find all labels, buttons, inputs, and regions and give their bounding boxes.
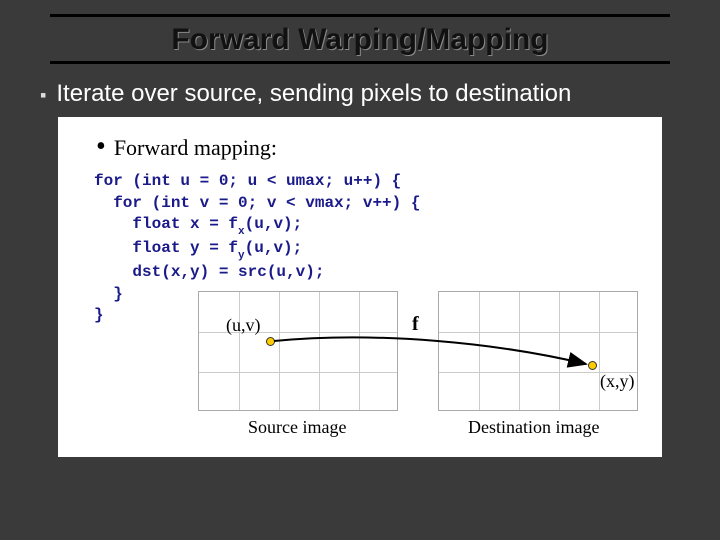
title-block: Forward Warping/Mapping <box>0 0 720 64</box>
code-sub-y: y <box>238 250 245 262</box>
code-line-2: for (int v = 0; v < vmax; v++) { <box>94 194 420 212</box>
code-line-4b: (u,v); <box>245 239 303 257</box>
grid-line <box>359 292 360 410</box>
code-line-4a: float y = f <box>94 239 238 257</box>
bullet-row: ▪ Iterate over source, sending pixels to… <box>34 80 686 109</box>
sub-bullet-marker: • <box>96 136 106 158</box>
slide-body: ▪ Iterate over source, sending pixels to… <box>0 64 720 457</box>
diagram: (u,v) (x,y) f Source image Destination i… <box>58 281 662 451</box>
code-sub-x: x <box>238 226 245 238</box>
grid-line <box>479 292 480 410</box>
destination-caption: Destination image <box>468 417 599 438</box>
bullet-text: Iterate over source, sending pixels to d… <box>56 80 571 108</box>
grid-line <box>519 292 520 410</box>
code-line-3a: float x = f <box>94 215 238 233</box>
f-label: f <box>412 313 419 336</box>
grid-line <box>599 292 600 410</box>
source-point <box>266 337 275 346</box>
xy-label: (x,y) <box>600 371 635 392</box>
grid-line <box>439 332 637 333</box>
code-line-3b: (u,v); <box>245 215 303 233</box>
sub-bullet-text: Forward mapping: <box>114 135 277 161</box>
grid-line <box>199 372 397 373</box>
bullet-marker: ▪ <box>40 81 46 109</box>
code-line-1: for (int u = 0; u < umax; u++) { <box>94 172 401 190</box>
slide-title: Forward Warping/Mapping <box>50 17 670 61</box>
grid-line <box>559 292 560 410</box>
source-caption: Source image <box>248 417 346 438</box>
grid-line <box>239 292 240 410</box>
destination-grid <box>438 291 638 411</box>
code-line-5: dst(x,y) = src(u,v); <box>94 263 324 281</box>
grid-line <box>319 292 320 410</box>
sub-bullet-row: • Forward mapping: <box>68 135 652 161</box>
grid-line <box>279 292 280 410</box>
content-panel: • Forward mapping: for (int u = 0; u < u… <box>58 117 662 457</box>
destination-point <box>588 361 597 370</box>
source-grid <box>198 291 398 411</box>
uv-label: (u,v) <box>226 315 261 336</box>
slide: Forward Warping/Mapping ▪ Iterate over s… <box>0 0 720 540</box>
